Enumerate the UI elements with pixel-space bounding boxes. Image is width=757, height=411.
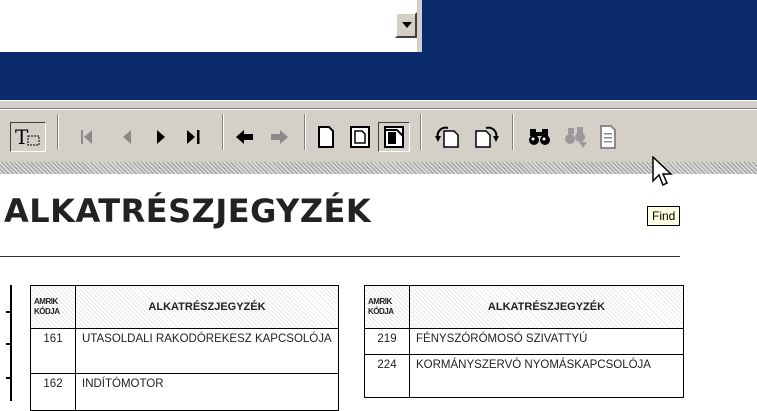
- dropdown-button[interactable]: [395, 12, 417, 38]
- toolbar-separator: [512, 114, 514, 150]
- find-tooltip: Find: [647, 206, 681, 226]
- rotate-right-icon[interactable]: [470, 122, 502, 152]
- last-page-icon[interactable]: [180, 122, 208, 152]
- first-page-icon[interactable]: [74, 122, 100, 152]
- fit-page-icon[interactable]: [346, 122, 374, 152]
- edge-tick: [6, 377, 12, 379]
- rotate-left-icon[interactable]: [432, 122, 464, 152]
- parts-table-right: AMRIK KÓDJA ALKATRÉSZJEGYZÉK 219 FÉNYSZÓ…: [364, 285, 684, 398]
- next-page-icon[interactable]: [148, 122, 174, 152]
- go-forward-icon[interactable]: [264, 122, 294, 152]
- part-name: UTASOLDALI RAKODÓREKESZ KAPCSOLÓJA: [75, 328, 339, 374]
- page-title: ALKATRÉSZJEGYZÉK: [4, 192, 372, 230]
- part-code: 224: [364, 354, 410, 398]
- title-underline: [0, 256, 680, 257]
- table-row: 162 INDÍTÓMOTOR: [30, 373, 339, 411]
- name-column-header: ALKATRÉSZJEGYZÉK: [75, 285, 339, 329]
- chevron-down-icon: [402, 22, 412, 28]
- table-header-row: AMRIK KÓDJA ALKATRÉSZJEGYZÉK: [364, 285, 684, 329]
- part-name: FÉNYSZÓRÓMOSÓ SZIVATTYÚ: [409, 328, 684, 355]
- title-bar: [422, 0, 757, 52]
- toolbar-separator: [57, 114, 59, 150]
- toolbar-separator: [420, 114, 422, 150]
- page-icon[interactable]: [596, 122, 620, 152]
- text-select-icon[interactable]: T: [10, 122, 46, 152]
- part-code: 162: [30, 373, 76, 411]
- code-column-header: AMRIK KÓDJA: [30, 285, 76, 329]
- table-row: 224 KORMÁNYSZERVÓ NYOMÁSKAPCSOLÓJA: [364, 354, 684, 398]
- parts-table-left: AMRIK KÓDJA ALKATRÉSZJEGYZÉK 161 UTASOLD…: [30, 285, 339, 411]
- document-top-border: [0, 162, 757, 174]
- table-row: 161 UTASOLDALI RAKODÓREKESZ KAPCSOLÓJA: [30, 328, 339, 374]
- part-name: KORMÁNYSZERVÓ NYOMÁSKAPCSOLÓJA: [409, 354, 684, 398]
- table-row: 219 FÉNYSZÓRÓMOSÓ SZIVATTYÚ: [364, 328, 684, 355]
- actual-size-icon[interactable]: [312, 122, 340, 152]
- code-column-header: AMRIK KÓDJA: [364, 285, 410, 329]
- find-icon[interactable]: [524, 122, 556, 152]
- part-code: 219: [364, 328, 410, 355]
- find-next-icon[interactable]: [560, 122, 592, 152]
- previous-page-icon[interactable]: [114, 122, 140, 152]
- svg-text:T: T: [15, 125, 29, 149]
- previous-column-edge: [0, 285, 12, 401]
- name-column-header: ALKATRÉSZJEGYZÉK: [409, 285, 684, 329]
- fit-width-icon[interactable]: [378, 122, 410, 152]
- toolbar-separator: [304, 114, 306, 150]
- go-back-icon[interactable]: [230, 122, 260, 152]
- toolbar: T: [0, 100, 757, 162]
- toolbar-separator: [222, 114, 224, 150]
- toolbar-top-highlight: [0, 100, 757, 101]
- mouse-pointer-icon: [652, 155, 674, 196]
- part-name: INDÍTÓMOTOR: [75, 373, 339, 411]
- title-bar-band: [0, 52, 757, 100]
- address-area: [0, 0, 422, 52]
- toolbar-divider-highlight: [0, 109, 757, 110]
- part-code: 161: [30, 328, 76, 374]
- edge-tick: [6, 311, 12, 313]
- table-header-row: AMRIK KÓDJA ALKATRÉSZJEGYZÉK: [30, 285, 339, 329]
- edge-tick: [6, 343, 12, 345]
